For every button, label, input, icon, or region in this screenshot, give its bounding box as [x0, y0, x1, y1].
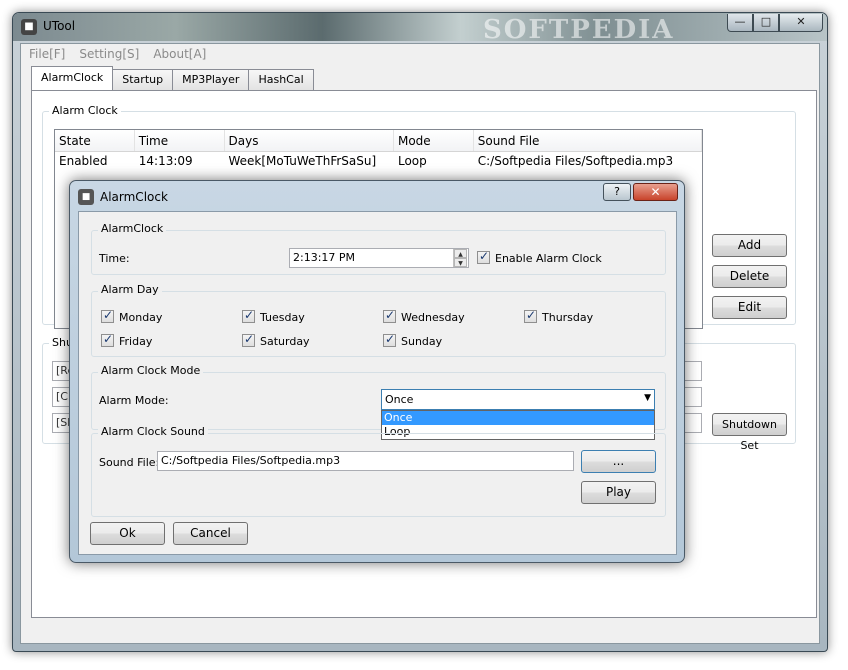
- menu-about[interactable]: About[A]: [153, 44, 206, 64]
- alarm-sound-group: Alarm Clock Sound: [91, 425, 666, 517]
- tab-mp3player[interactable]: MP3Player: [172, 69, 250, 90]
- column-time[interactable]: Time: [135, 130, 225, 151]
- cell-mode: Loop: [397, 154, 427, 168]
- dialog-title: AlarmClock: [100, 190, 168, 204]
- alarm-mode-label: Alarm Mode:: [99, 394, 169, 407]
- menu-file[interactable]: File[F]: [29, 44, 65, 64]
- time-label: Time:: [99, 252, 130, 265]
- minimize-button[interactable]: —: [727, 14, 753, 32]
- checkbox-sunday[interactable]: [383, 332, 396, 347]
- dialog-client-area: AlarmClock Time: 2:13:17 PM ▲ ▼ Enable A…: [78, 211, 677, 555]
- watermark: SOFTPEDIA: [483, 15, 675, 45]
- chevron-down-icon[interactable]: ▼: [644, 393, 651, 403]
- play-button[interactable]: Play: [581, 481, 656, 504]
- column-days[interactable]: Days: [225, 130, 394, 151]
- label-monday[interactable]: Monday: [119, 311, 162, 324]
- app-icon: ■: [21, 19, 37, 35]
- checkbox-tuesday[interactable]: [242, 308, 255, 323]
- browse-button[interactable]: ...: [581, 450, 656, 473]
- tab-alarmclock[interactable]: AlarmClock: [31, 66, 114, 90]
- option-once[interactable]: Once: [382, 411, 654, 425]
- edit-button[interactable]: Edit: [712, 296, 787, 319]
- cell-days: Week[MoTuWeThFrSaSu]: [228, 154, 377, 168]
- ok-button[interactable]: Ok: [90, 522, 165, 545]
- checkbox-friday[interactable]: [101, 332, 114, 347]
- checkbox-thursday[interactable]: [524, 308, 537, 323]
- label-tuesday[interactable]: Tuesday: [260, 311, 305, 324]
- checkbox-saturday[interactable]: [242, 332, 255, 347]
- title-bar[interactable]: ■ UTool SOFTPEDIA — □ ✕: [13, 13, 827, 45]
- column-mode[interactable]: Mode: [394, 130, 474, 151]
- cell-state: Enabled: [59, 154, 108, 168]
- label-sunday[interactable]: Sunday: [401, 335, 442, 348]
- spin-up-icon[interactable]: ▲: [454, 249, 467, 258]
- label-thursday[interactable]: Thursday: [542, 311, 593, 324]
- enable-alarm-checkbox[interactable]: [477, 249, 490, 264]
- alarm-day-group-label: Alarm Day: [98, 283, 162, 296]
- column-sound-file[interactable]: Sound File: [474, 130, 702, 151]
- checkbox-monday[interactable]: [101, 308, 114, 323]
- alarm-mode-selected: Once: [385, 393, 414, 406]
- label-friday[interactable]: Friday: [119, 335, 152, 348]
- alarm-mode-select[interactable]: Once ▼: [381, 389, 655, 410]
- alarmclock-group-label: AlarmClock: [98, 222, 167, 235]
- cell-time: 14:13:09: [138, 154, 193, 168]
- label-saturday[interactable]: Saturday: [260, 335, 310, 348]
- tab-startup[interactable]: Startup: [112, 69, 174, 90]
- tab-hashcal[interactable]: HashCal: [248, 69, 314, 90]
- alarm-sound-group-label: Alarm Clock Sound: [98, 425, 208, 438]
- enable-alarm-label[interactable]: Enable Alarm Clock: [495, 252, 602, 265]
- cell-sound-file: C:/Softpedia Files/Softpedia.mp3: [477, 154, 674, 168]
- alarm-mode-group-label: Alarm Clock Mode: [98, 364, 204, 377]
- dialog-app-icon: ■: [78, 189, 94, 205]
- alarm-list-header: State Time Days Mode Sound File: [55, 130, 702, 152]
- menu-bar: File[F] Setting[S] About[A]: [21, 44, 819, 64]
- delete-button[interactable]: Delete: [712, 265, 787, 288]
- column-state[interactable]: State: [55, 130, 135, 151]
- maximize-button[interactable]: □: [753, 14, 779, 32]
- shutdown-set-button[interactable]: Shutdown Set: [712, 413, 787, 452]
- add-button[interactable]: Add: [712, 234, 787, 257]
- alarmclock-dialog: ■ AlarmClock ? ✕ AlarmClock Time: 2:13:1…: [69, 180, 685, 563]
- window-controls: — □ ✕: [727, 14, 823, 32]
- checkbox-wednesday[interactable]: [383, 308, 396, 323]
- table-row[interactable]: Enabled 14:13:09 Week[MoTuWeThFrSaSu] Lo…: [55, 152, 702, 171]
- cancel-button[interactable]: Cancel: [173, 522, 248, 545]
- alarm-clock-group-label: Alarm Clock: [49, 104, 121, 117]
- spin-down-icon[interactable]: ▼: [454, 258, 467, 267]
- sound-file-label: Sound File:: [99, 456, 160, 469]
- time-spinner[interactable]: ▲ ▼: [453, 249, 467, 267]
- menu-setting[interactable]: Setting[S]: [79, 44, 139, 64]
- time-input[interactable]: 2:13:17 PM: [289, 248, 469, 268]
- sound-file-input[interactable]: C:/Softpedia Files/Softpedia.mp3: [157, 451, 574, 471]
- window-title: UTool: [43, 19, 76, 33]
- close-button[interactable]: ✕: [779, 14, 823, 32]
- dialog-close-button[interactable]: ✕: [633, 183, 678, 201]
- label-wednesday[interactable]: Wednesday: [401, 311, 465, 324]
- help-button[interactable]: ?: [603, 183, 631, 201]
- alarm-day-group: Alarm Day: [91, 283, 666, 357]
- tab-strip: AlarmClock Startup MP3Player HashCal: [31, 66, 314, 90]
